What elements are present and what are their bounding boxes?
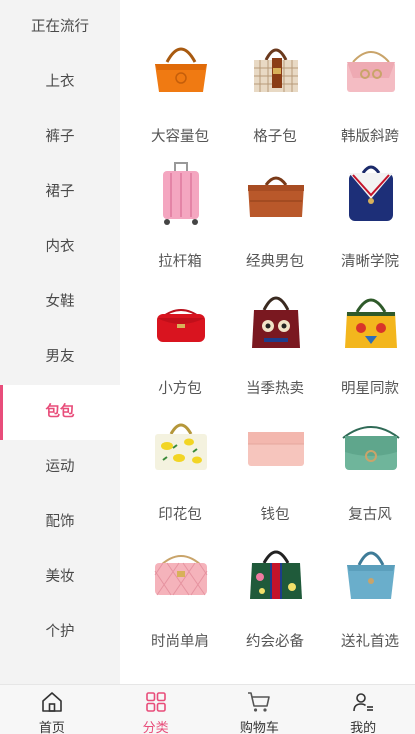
grid-item-plaid-bag[interactable]: 格子包 (230, 10, 320, 145)
yellow-embroidered-bag-icon (335, 284, 407, 356)
plaid-bag-icon (240, 32, 312, 104)
tab-mine[interactable]: 我的 (311, 685, 415, 734)
sidebar-item-boyfriend[interactable]: 男友 (0, 330, 120, 385)
grid-item-print-bag[interactable]: 印花包 (135, 388, 225, 523)
app-root: 正在流行 上衣 裤子 裙子 内衣 女鞋 男友 包包 运动 配饰 美妆 个护 大容… (0, 0, 415, 734)
sidebar-item-accessories[interactable]: 配饰 (0, 495, 120, 550)
orange-handbag-icon (145, 32, 217, 104)
sidebar-item-makeup[interactable]: 美妆 (0, 550, 120, 605)
tab-category[interactable]: 分类 (104, 685, 208, 734)
sidebar-item-bags[interactable]: 包包 (0, 385, 120, 440)
grid-item-label: 送礼首选 (341, 634, 399, 650)
tab-label: 首页 (38, 721, 65, 734)
green-saddle-bag-icon (335, 410, 407, 482)
pink-crossbody-bag-icon (335, 32, 407, 104)
grid-item-trolley-case[interactable]: 拉杆箱 (135, 135, 225, 270)
cart-icon (247, 690, 271, 714)
patterned-handbag-icon (240, 284, 312, 356)
floral-green-bag-icon (240, 537, 312, 609)
tab-label: 我的 (350, 721, 377, 734)
grid-item-seasonal-hot-sale[interactable]: 当季热卖 (230, 262, 320, 397)
blue-tote-bag-icon (335, 537, 407, 609)
tab-label: 购物车 (239, 721, 279, 734)
grid-item-small-square-bag[interactable]: 小方包 (135, 262, 225, 397)
grid-item-label: 约会必备 (246, 634, 304, 650)
category-grid-icon (144, 690, 168, 714)
pink-wallet-icon (240, 410, 312, 482)
tab-home[interactable]: 首页 (0, 685, 104, 734)
sidebar-item-personal-care[interactable]: 个护 (0, 605, 120, 660)
grid-item-date-essential[interactable]: 约会必备 (230, 515, 320, 650)
home-icon (40, 690, 64, 714)
sidebar-item-womens-shoes[interactable]: 女鞋 (0, 275, 120, 330)
lemon-print-bag-icon (145, 410, 217, 482)
sidebar-item-pants[interactable]: 裤子 (0, 110, 120, 165)
red-shoulder-bag-icon (145, 284, 217, 356)
pink-suitcase-icon (145, 157, 217, 229)
user-icon (351, 690, 375, 714)
grid-item-large-capacity-bag[interactable]: 大容量包 (135, 10, 225, 145)
sidebar-item-skirts[interactable]: 裙子 (0, 165, 120, 220)
category-sidebar: 正在流行 上衣 裤子 裙子 内衣 女鞋 男友 包包 运动 配饰 美妆 个护 (0, 0, 120, 684)
navy-backpack-icon (335, 157, 407, 229)
grid-item-wallet[interactable]: 钱包 (230, 388, 320, 523)
brown-briefcase-icon (240, 157, 312, 229)
sidebar-item-trending[interactable]: 正在流行 (0, 0, 120, 55)
grid-item-label: 时尚单肩 (151, 634, 209, 650)
tab-label: 分类 (142, 721, 169, 734)
grid-item-classic-mens-bag[interactable]: 经典男包 (230, 135, 320, 270)
quilted-pink-bag-icon (145, 537, 217, 609)
grid-item-gift-choice[interactable]: 送礼首选 (325, 515, 415, 650)
grid-item-fashion-shoulder[interactable]: 时尚单肩 (135, 515, 225, 650)
product-category-grid: 大容量包 格子包 韩版斜跨 拉杆箱 经典男包 清晰学院 小方包 当季热卖 明星同… (120, 0, 415, 684)
tab-cart[interactable]: 购物车 (208, 685, 312, 734)
bottom-tab-bar: 首页 分类 购物车 我的 (0, 684, 415, 734)
grid-item-college-style[interactable]: 清晰学院 (325, 135, 415, 270)
grid-item-retro-style[interactable]: 复古风 (325, 388, 415, 523)
sidebar-item-underwear[interactable]: 内衣 (0, 220, 120, 275)
sidebar-item-sports[interactable]: 运动 (0, 440, 120, 495)
grid-item-korean-crossbody[interactable]: 韩版斜跨 (325, 10, 415, 145)
sidebar-item-tops[interactable]: 上衣 (0, 55, 120, 110)
grid-item-celebrity-same-style[interactable]: 明星同款 (325, 262, 415, 397)
